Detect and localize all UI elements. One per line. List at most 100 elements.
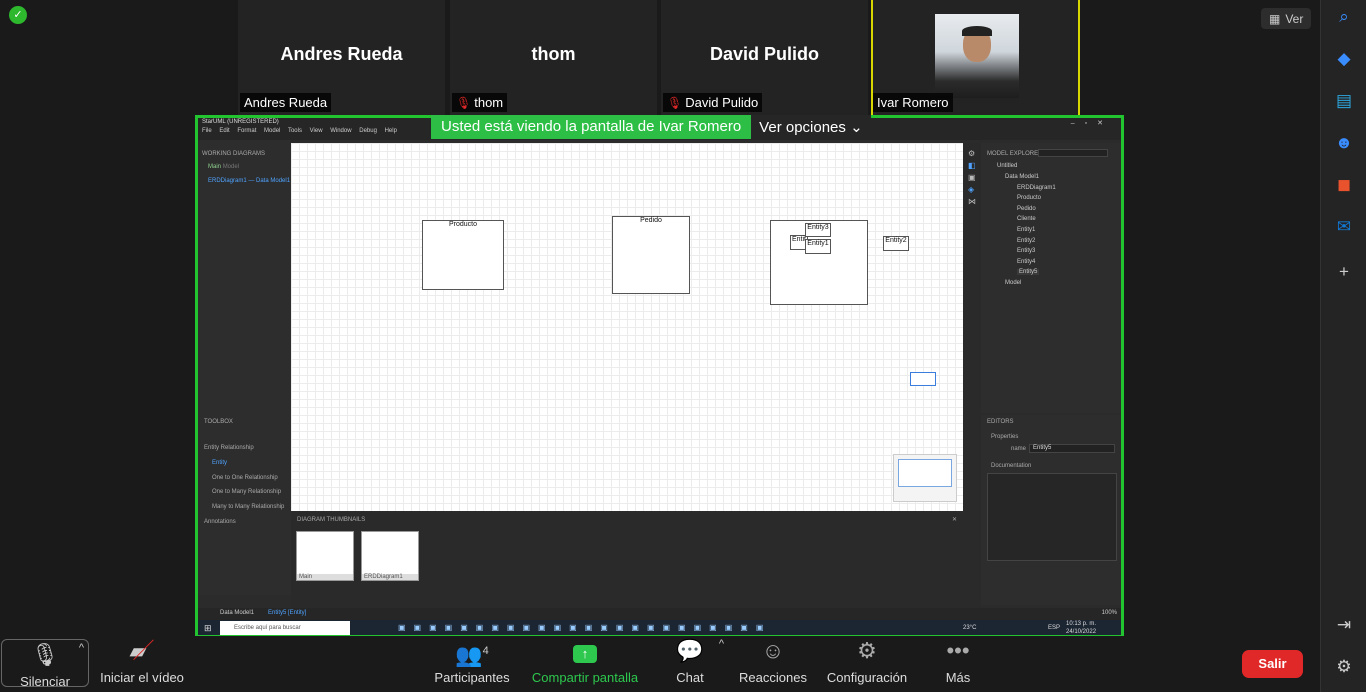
settings-button[interactable]: ⚙ Configuración (826, 636, 908, 692)
windows-start-icon[interactable]: ⊞ (204, 623, 212, 634)
start-video-button[interactable]: ▰／ Iniciar el vídeo (98, 636, 186, 692)
more-icon: ••• (946, 638, 970, 663)
entity-entity2[interactable]: Entity2 (883, 236, 909, 251)
share-screen-button[interactable]: ↑ Compartir pantalla (528, 636, 642, 692)
menu-item-model[interactable]: Model (264, 128, 280, 134)
tool-entity[interactable]: Entity (212, 460, 227, 466)
view-options-label: Ver opciones (759, 119, 846, 136)
meeting-controls: 🎙 Silenciar ^ ▰／ Iniciar el vídeo 👥4 Par… (0, 636, 1320, 692)
thumb-label: Main (297, 574, 353, 580)
participant-tile[interactable]: thom 🎙 thom (450, 0, 657, 116)
entity-pedido[interactable]: Pedido (612, 216, 690, 294)
more-button[interactable]: ••• Más (938, 636, 978, 692)
reactions-button[interactable]: ☺ Reacciones (738, 636, 808, 692)
status-selection[interactable]: Entity5 [Entity] (268, 610, 306, 616)
toolbar-icon[interactable]: ⚙ (968, 149, 975, 158)
tree-item[interactable]: Entity4 (1017, 259, 1035, 265)
tree-item[interactable]: Untitled (997, 163, 1017, 169)
documentation-section[interactable]: Documentation (991, 463, 1031, 469)
tool-many-to-many[interactable]: Many to Many Relationship (212, 504, 284, 510)
app-title: StarUML (UNREGISTERED) (202, 119, 279, 125)
exit-sidebar-icon[interactable]: ⇥ (1332, 614, 1356, 636)
security-shield-icon[interactable]: ✓ (9, 6, 27, 24)
search-icon[interactable]: ⌕ (1332, 6, 1356, 28)
tool-one-to-many[interactable]: One to Many Relationship (212, 489, 281, 495)
tree-item[interactable]: Entity1 (1017, 227, 1035, 233)
leave-button[interactable]: Salir (1242, 650, 1303, 678)
toolbar-icon[interactable]: ⋈ (968, 197, 976, 206)
tree-item-selected[interactable]: Entity5 (1017, 269, 1040, 275)
editors-panel: EDITORS Properties name Entity5 Document… (981, 415, 1121, 605)
menu-item-edit[interactable]: Edit (219, 128, 229, 134)
documentation-textarea[interactable] (987, 473, 1117, 561)
taskbar-lang: ESP (1048, 625, 1061, 631)
video-off-icon: ▰／ (129, 638, 155, 663)
taskbar-search[interactable]: Escribe aquí para buscar (220, 621, 350, 635)
toolbar-icon[interactable]: ◧ (968, 161, 976, 170)
tree-item[interactable]: Entity2 (1017, 238, 1035, 244)
annotations-group[interactable]: Annotations (204, 519, 236, 525)
tree-item[interactable]: Data Model1 (1005, 174, 1039, 180)
menu-item-view[interactable]: View (310, 128, 323, 134)
tree-item[interactable]: Model (1005, 280, 1021, 286)
tool-one-to-one[interactable]: One to One Relationship (212, 475, 278, 481)
mute-button[interactable]: 🎙 Silenciar ^ (1, 639, 89, 689)
gear-icon[interactable]: ⚙ (1332, 656, 1356, 678)
properties-section[interactable]: Properties (991, 434, 1018, 440)
model-search-input[interactable] (1038, 149, 1108, 157)
tree-item[interactable]: Entity3 (1017, 248, 1035, 254)
office-icon[interactable]: ◼ (1332, 174, 1356, 196)
participant-tile[interactable]: David Pulido 🎙 David Pulido (661, 0, 868, 116)
menu-item-format[interactable]: Format (237, 128, 256, 134)
entity-entity1[interactable]: Entity1 (805, 239, 831, 254)
status-model[interactable]: Data Model1 (220, 610, 254, 616)
participants-button[interactable]: 👥4 Participantes (430, 636, 514, 692)
diagram-canvas[interactable]: Producto Pedido Entit Entity3 Entity1 En… (291, 143, 963, 511)
tree-item[interactable]: Producto (1017, 195, 1041, 201)
more-label: Más (945, 670, 971, 685)
thumb-erd[interactable]: ERDDiagram1 (361, 531, 419, 581)
menu-item-tools[interactable]: Tools (288, 128, 302, 134)
view-label: Ver (1285, 11, 1304, 26)
menu-item-debug[interactable]: Debug (359, 128, 377, 134)
menu-item-help[interactable]: Help (385, 128, 397, 134)
tree-item[interactable]: Pedido (1017, 206, 1036, 212)
participant-name: David Pulido (685, 95, 759, 110)
shared-screen[interactable]: StarUML (UNREGISTERED) File Edit Format … (195, 115, 1124, 638)
plus-icon[interactable]: + (1332, 261, 1356, 283)
menu-item-window[interactable]: Window (330, 128, 351, 134)
wd-item[interactable]: Main Model (208, 164, 239, 170)
participant-name: Ivar Romero (877, 95, 949, 110)
thumb-main[interactable]: Main (296, 531, 354, 581)
selected-entity5[interactable] (910, 372, 936, 386)
toolbar-icon[interactable]: ▣ (968, 173, 976, 182)
wd-item-tag: Model (222, 164, 240, 170)
close-thumbs-icon[interactable]: ✕ (952, 516, 957, 523)
reactions-label: Reacciones (739, 670, 807, 685)
participant-name: Andres Rueda (244, 95, 328, 110)
toolbar-icon[interactable]: ◈ (968, 185, 974, 194)
chevron-up-icon[interactable]: ^ (79, 642, 84, 654)
name-input[interactable]: Entity5 (1029, 444, 1115, 453)
view-options-button[interactable]: Ver opciones ⌄ (751, 115, 871, 139)
tag-icon[interactable]: ◆ (1332, 48, 1356, 70)
menu-item-file[interactable]: File (202, 128, 212, 134)
chevron-up-icon[interactable]: ^ (719, 638, 724, 650)
window-controls[interactable]: –▫✕ (1071, 119, 1113, 127)
wd-item[interactable]: ERDDiagram1 — Data Model1 (208, 178, 290, 184)
toolbox-icon[interactable]: ▤ (1332, 90, 1356, 112)
people-icon[interactable]: ☻ (1332, 132, 1356, 154)
tree-item[interactable]: ERDDiagram1 (1017, 185, 1056, 191)
participant-tile[interactable]: Andres Rueda Andres Rueda (238, 0, 445, 116)
chat-button[interactable]: 💬 Chat ^ (664, 636, 724, 692)
entity-entity3[interactable]: Entity3 (805, 223, 831, 237)
entity-producto[interactable]: Producto (422, 220, 504, 290)
participant-display-name: Andres Rueda (280, 44, 403, 64)
taskbar-apps[interactable]: ▣▣▣▣▣▣▣▣▣▣▣▣▣▣▣▣▣▣▣▣▣▣▣▣ (398, 623, 771, 632)
tree-item[interactable]: Cliente (1017, 216, 1036, 222)
toolbox-group[interactable]: Entity Relationship (204, 445, 254, 451)
minimap[interactable] (893, 454, 957, 502)
participant-tile-active[interactable]: Ivar Romero (871, 0, 1080, 116)
outlook-icon[interactable]: ✉ (1332, 216, 1356, 238)
view-button[interactable]: ▦ Ver (1261, 8, 1312, 29)
